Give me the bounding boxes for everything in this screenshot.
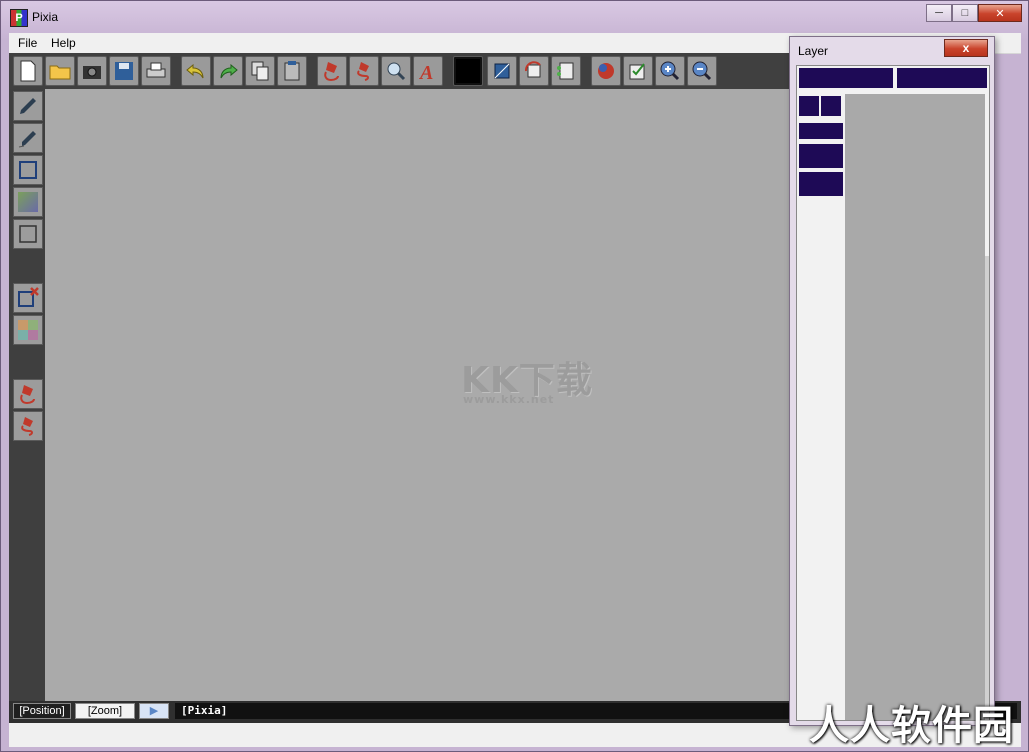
rotate-icon[interactable]	[519, 56, 549, 86]
rect-icon[interactable]	[13, 219, 43, 249]
copy-icon[interactable]	[245, 56, 275, 86]
play-icon[interactable]: ▶	[139, 703, 169, 719]
paste-icon[interactable]	[277, 56, 307, 86]
check-edit-icon[interactable]	[623, 56, 653, 86]
layer-scrollbar[interactable]	[985, 256, 989, 716]
position-label[interactable]: [Position]	[13, 703, 71, 719]
new-file-icon[interactable]	[13, 56, 43, 86]
layer-close-button[interactable]: x	[944, 39, 988, 57]
bucket-alt-icon[interactable]	[13, 411, 43, 441]
print-icon[interactable]	[141, 56, 171, 86]
mosaic-icon[interactable]	[13, 315, 43, 345]
undo-icon[interactable]	[181, 56, 211, 86]
pour-ink-alt-icon[interactable]	[349, 56, 379, 86]
open-folder-icon[interactable]	[45, 56, 75, 86]
app-icon: P	[10, 9, 28, 27]
color-swatch[interactable]	[453, 56, 483, 86]
layer-item[interactable]	[799, 144, 843, 168]
corner-watermark: 人人软件园	[809, 703, 1014, 749]
watermark-url: www.kkx.net	[463, 393, 555, 406]
close-button[interactable]: ✕	[978, 4, 1022, 22]
text-tool-icon[interactable]: A	[413, 56, 443, 86]
svg-text:A: A	[418, 62, 433, 83]
layer-panel: Layer x	[789, 36, 995, 726]
save-icon[interactable]	[109, 56, 139, 86]
color-ball-icon[interactable]	[591, 56, 621, 86]
clear-selection-icon[interactable]	[13, 283, 43, 313]
zoom-in-icon[interactable]	[655, 56, 685, 86]
layer-preview-area	[845, 94, 985, 720]
gradient-icon[interactable]	[13, 187, 43, 217]
rect-select-icon[interactable]	[13, 155, 43, 185]
layer-list[interactable]	[796, 65, 990, 721]
toolbar: A	[9, 53, 789, 89]
redo-icon[interactable]	[213, 56, 243, 86]
app-window: P Pixia ─ □ ✕ File Help A KK下载 www.kkx.n…	[0, 0, 1029, 752]
layer-visibility-toggle[interactable]	[799, 96, 819, 116]
layer-lock-toggle[interactable]	[821, 96, 841, 116]
minimize-button[interactable]: ─	[926, 4, 952, 22]
tool-palette	[9, 89, 45, 701]
layer-icon[interactable]	[551, 56, 581, 86]
canvas-area[interactable]: KK下载 www.kkx.net	[45, 89, 789, 701]
menu-file[interactable]: File	[18, 36, 37, 50]
layer-item[interactable]	[799, 123, 843, 139]
pen-alt-icon[interactable]	[13, 123, 43, 153]
layer-header-block-right[interactable]	[897, 68, 987, 88]
pen-icon[interactable]	[13, 91, 43, 121]
zoom-label[interactable]: [Zoom]	[75, 703, 135, 719]
menu-help[interactable]: Help	[51, 36, 76, 50]
layer-panel-title: Layer	[798, 44, 829, 58]
magnifier-icon[interactable]	[381, 56, 411, 86]
camera-icon[interactable]	[77, 56, 107, 86]
bucket-icon[interactable]	[13, 379, 43, 409]
maximize-button[interactable]: □	[952, 4, 978, 22]
zoom-out-icon[interactable]	[687, 56, 717, 86]
transform-icon[interactable]	[487, 56, 517, 86]
layer-item[interactable]	[799, 172, 843, 196]
pour-ink-icon[interactable]	[317, 56, 347, 86]
title-bar[interactable]: P Pixia ─ □ ✕	[1, 1, 1028, 33]
window-title: Pixia	[32, 10, 59, 24]
layer-header-block[interactable]	[799, 68, 893, 88]
